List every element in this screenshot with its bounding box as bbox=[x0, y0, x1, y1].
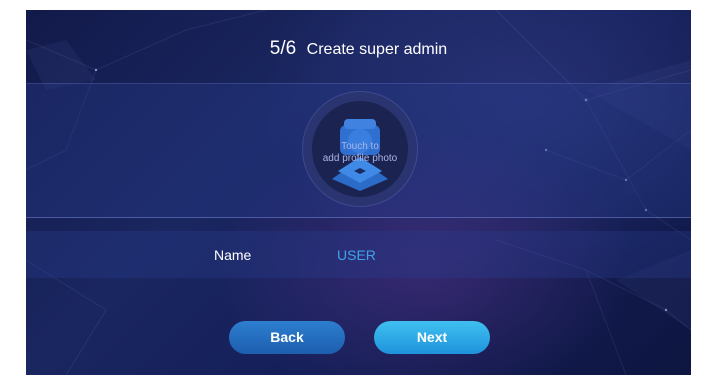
next-button[interactable]: Next bbox=[374, 321, 490, 354]
avatar-hint-line1: Touch to bbox=[341, 141, 379, 152]
avatar-placeholder: Touch to add profile photo bbox=[312, 101, 408, 197]
name-label: Name bbox=[214, 247, 252, 263]
back-button[interactable]: Back bbox=[229, 321, 345, 354]
page-title: 5/6 Create super admin bbox=[26, 38, 691, 60]
title-text: Create super admin bbox=[306, 41, 448, 58]
add-profile-photo-button[interactable]: Touch to add profile photo bbox=[303, 92, 417, 206]
avatar-hint-line2: add profile photo bbox=[322, 153, 398, 164]
step-indicator: 5/6 bbox=[269, 38, 297, 59]
setup-screen: 5/6 Create super admin Touch to add prof… bbox=[26, 10, 691, 375]
name-field[interactable]: USER bbox=[337, 247, 376, 263]
avatar-hint: Touch to add profile photo bbox=[312, 141, 408, 165]
